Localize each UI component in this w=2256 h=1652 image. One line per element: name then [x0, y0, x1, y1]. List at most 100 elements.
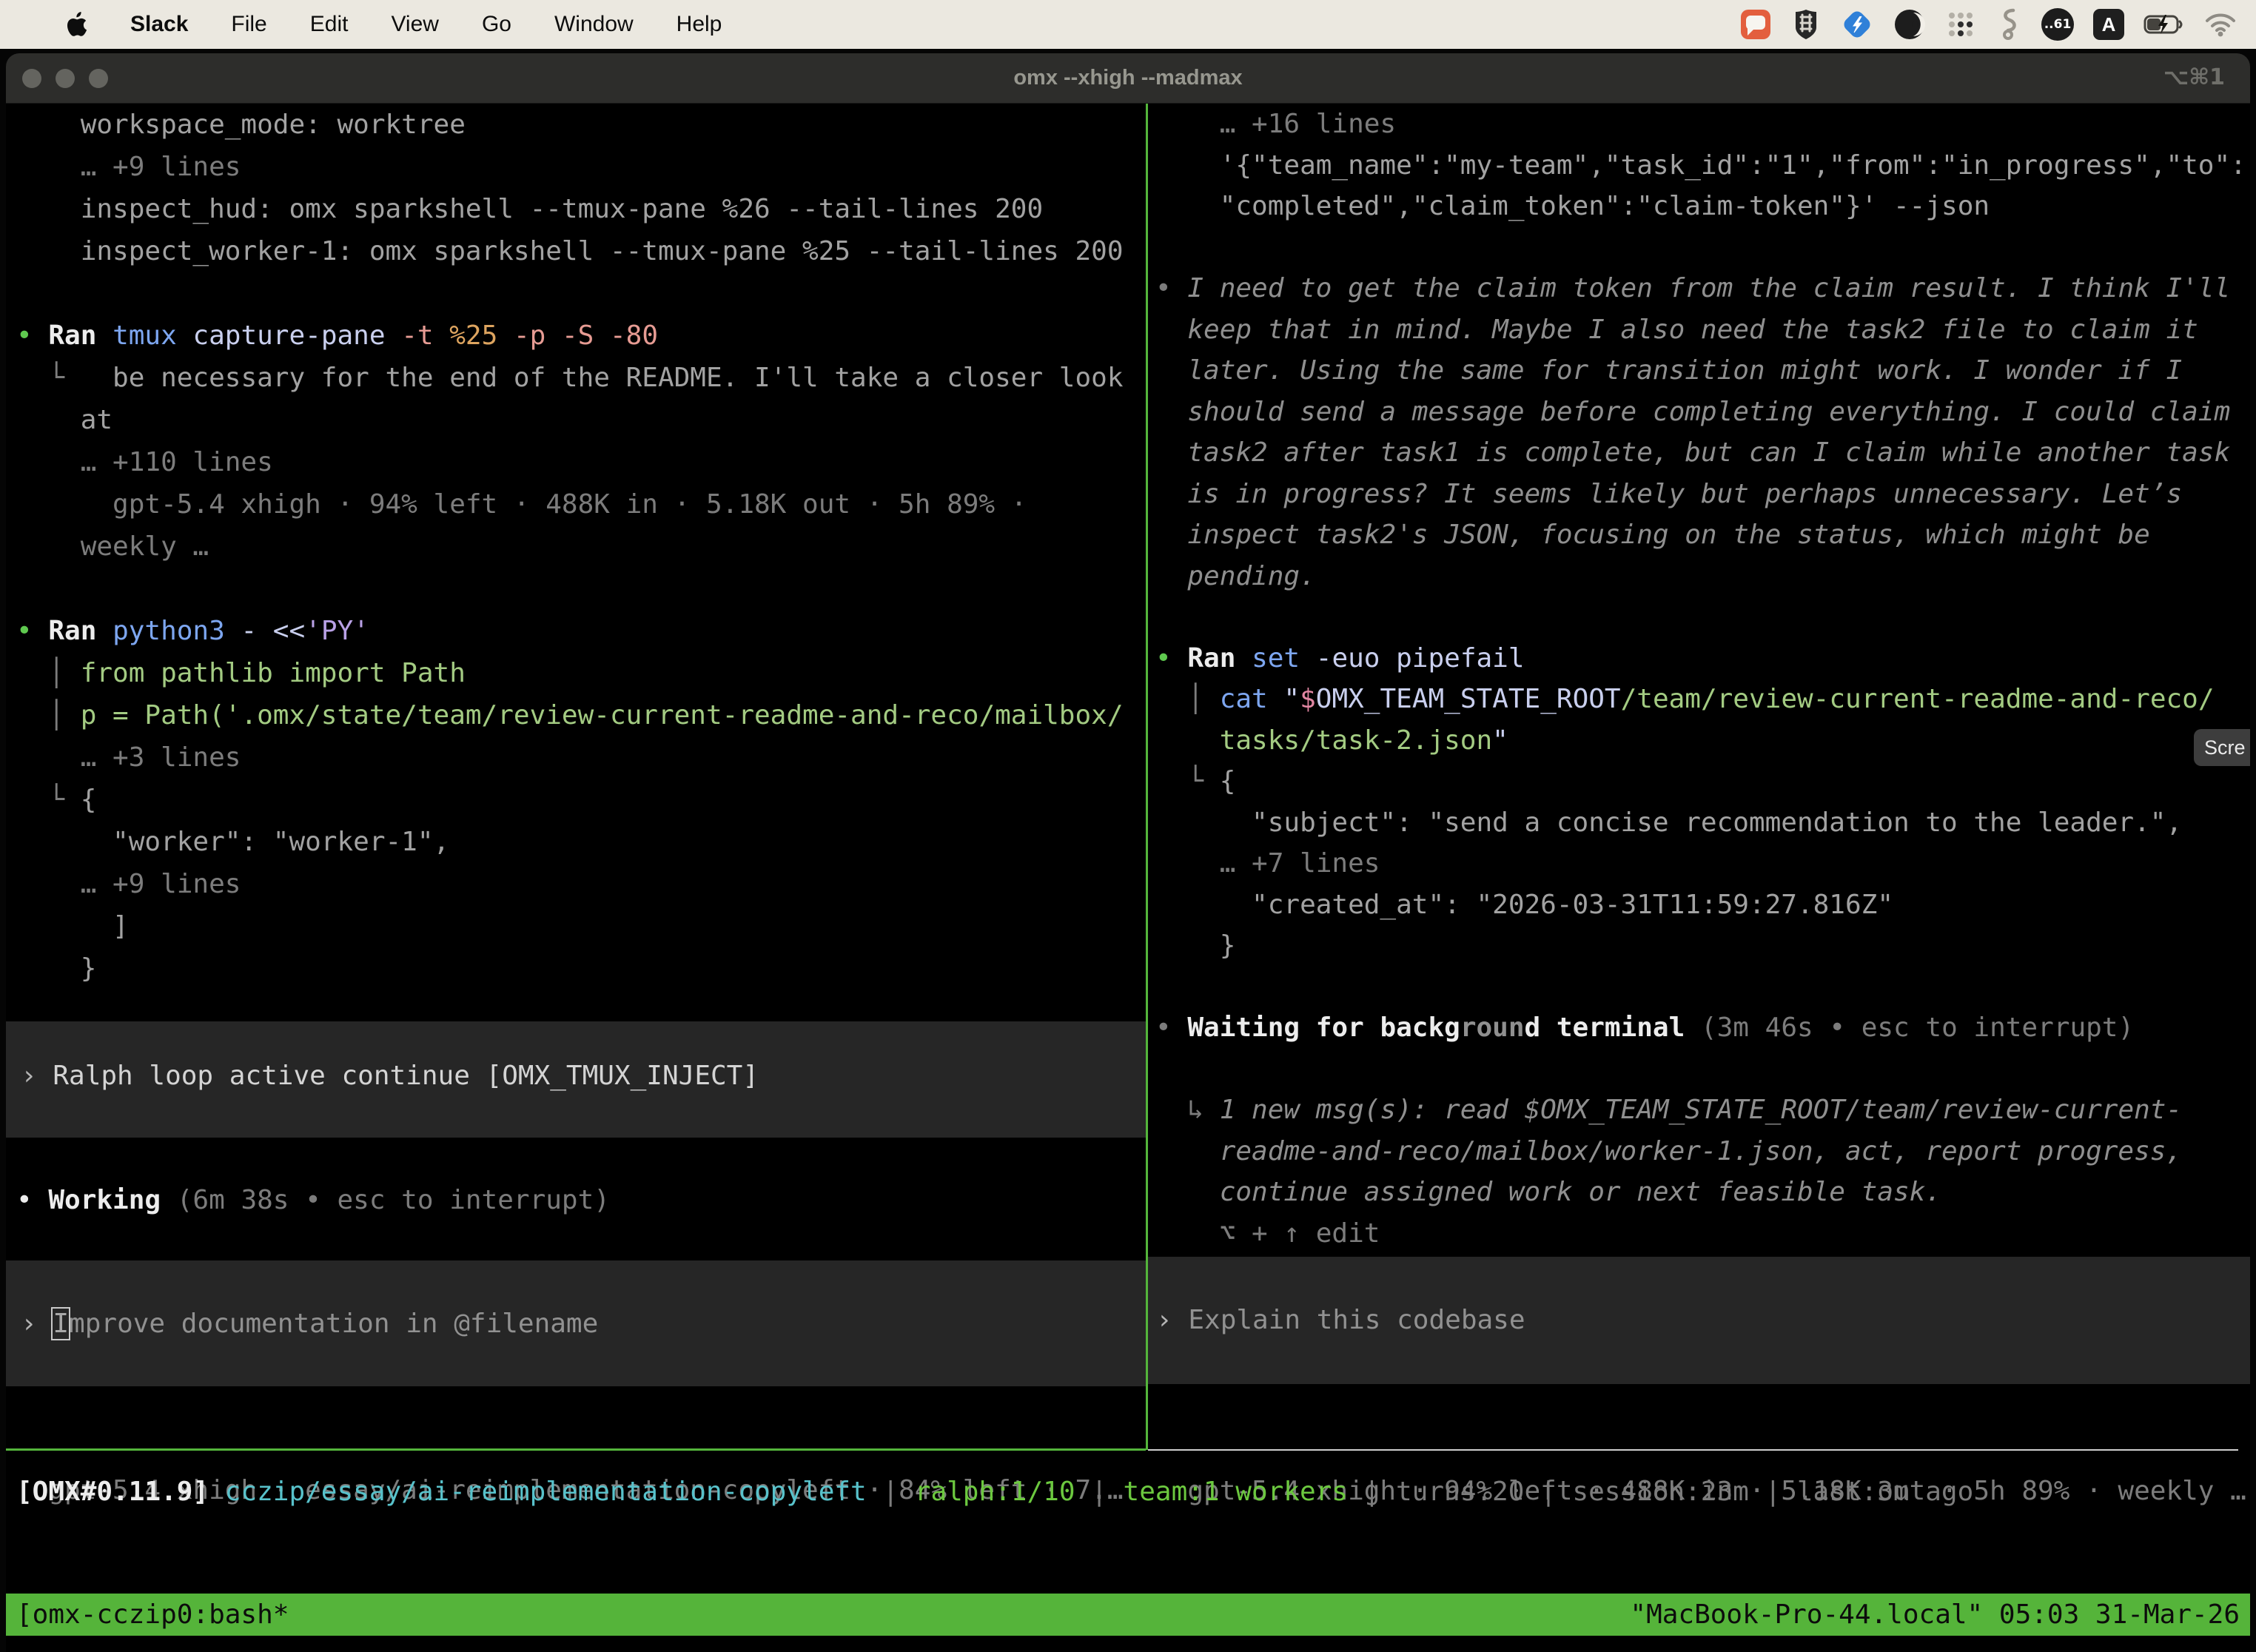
timer-count-badge[interactable]: ..61: [2041, 8, 2074, 41]
chat-app-icon[interactable]: [1739, 8, 1772, 41]
left-prompt-input[interactable]: › Improve documentation in @filename: [6, 1260, 1146, 1386]
menu-item-window[interactable]: Window: [554, 12, 634, 37]
menu-item-help[interactable]: Help: [677, 12, 722, 37]
input-source-icon[interactable]: A: [2093, 9, 2124, 40]
text-segment: (3m 46s • esc to interrupt): [1685, 1013, 2134, 1043]
terminal-line: is in progress? It seems likely but perh…: [1155, 474, 2250, 515]
text-segment: … +9 lines: [16, 869, 241, 899]
text-segment: ralph:1/10: [915, 1477, 1091, 1507]
text-segment: mprove documentation in @filename: [69, 1309, 598, 1339]
text-segment: … +110 lines: [16, 447, 273, 477]
text-segment: "worker": "worker-1",: [16, 827, 449, 857]
terminal-line: inspect_hud: omx sparkshell --tmux-pane …: [16, 188, 1143, 230]
dots-grid-icon[interactable]: [1945, 9, 1976, 40]
text-segment: weekly …: [16, 531, 209, 562]
menu-bar-left: Slack File Edit View Go Window Help: [0, 12, 722, 37]
text-segment: •: [1155, 273, 1187, 303]
right-pane-border: [1148, 1449, 2238, 1451]
terminal-line: "worker": "worker-1",: [16, 821, 1143, 863]
menu-item-file[interactable]: File: [231, 12, 266, 37]
lightning-badge-icon[interactable]: [1840, 7, 1874, 41]
text-segment: readme-and-reco/mailbox/worker-1.json, a…: [1155, 1136, 2182, 1166]
text-segment: └: [1155, 766, 1220, 796]
text-segment: Ran: [48, 320, 113, 351]
menu-item-view[interactable]: View: [391, 12, 438, 37]
menu-item-go[interactable]: Go: [482, 12, 511, 37]
text-segment: at: [16, 405, 113, 435]
terminal-line: [1155, 597, 2250, 638]
text-segment: •: [16, 1185, 48, 1215]
grid-badge-icon[interactable]: [1791, 8, 1821, 41]
terminal-line: "subject": "send a concise recommendatio…: [1155, 802, 2250, 844]
text-segment: continue assigned work or next feasible …: [1155, 1177, 1941, 1207]
terminal-line: ⌥ + ↑ edit: [1155, 1213, 2250, 1252]
apple-menu-icon[interactable]: [65, 12, 87, 37]
crescent-circle-icon[interactable]: [1893, 8, 1926, 41]
text-segment: I: [53, 1309, 69, 1339]
right-prompt-input[interactable]: › Explain this codebase: [1148, 1257, 2250, 1384]
text-segment: │: [16, 658, 81, 688]
text-segment: •: [1155, 1013, 1187, 1043]
terminal-line: • I need to get the claim token from the…: [1155, 268, 2250, 309]
text-segment: ›: [21, 1309, 53, 1339]
terminal-line: weekly …: [16, 526, 1143, 568]
left-prompt-text[interactable]: › Improve documentation in @filename: [21, 1303, 1146, 1345]
text-segment: /team/review-current-readme-and-reco/: [1621, 684, 2215, 714]
battery-icon[interactable]: [2143, 13, 2185, 36]
text-segment: }: [16, 953, 96, 984]
text-segment: |: [882, 1477, 914, 1507]
right-pane[interactable]: … +16 lines '{"team_name":"my-team","tas…: [1155, 104, 2250, 1251]
terminal-line: at: [16, 399, 1143, 441]
text-segment: 'PY': [305, 616, 369, 646]
terminal-line: '{"team_name":"my-team","task_id":"1","f…: [1155, 145, 2250, 187]
text-segment: }: [1155, 930, 1235, 961]
text-segment: pending.: [1155, 561, 1316, 591]
terminal-line: later. Using the same for transition mig…: [1155, 350, 2250, 392]
menu-item-edit[interactable]: Edit: [310, 12, 349, 37]
terminal-line: [16, 568, 1143, 610]
terminal-line: … +7 lines: [1155, 843, 2250, 884]
right-prompt-text[interactable]: › Explain this codebase: [1156, 1299, 2250, 1341]
text-segment: [OMX#0.11.9]: [16, 1477, 225, 1507]
menu-item-slack[interactable]: Slack: [130, 12, 188, 37]
text-segment: … +9 lines: [16, 152, 241, 182]
text-segment: └: [16, 785, 81, 815]
terminal-line: inspect_worker-1: omx sparkshell --tmux-…: [16, 230, 1143, 272]
terminal-line: gpt-5.4 xhigh · 94% left · 488K in · 5.1…: [16, 483, 1143, 526]
terminal-line: pending.: [1155, 556, 2250, 597]
terminal-line: … +9 lines: [16, 863, 1143, 905]
text-segment: tmux: [113, 320, 192, 351]
tmux-status-bar: [omx-cczip0:bash* "MacBook-Pro-44.local"…: [6, 1594, 2250, 1636]
window-titlebar[interactable]: omx --xhigh --madmax ⌥⌘1: [6, 53, 2250, 104]
text-segment: "created_at": "2026-03-31T11:59:27.816Z": [1155, 890, 1893, 920]
terminal-line: ]: [16, 905, 1143, 947]
text-segment: •: [1155, 643, 1187, 674]
pane-divider[interactable]: [1146, 104, 1148, 1450]
terminal-line: tasks/task-2.json": [1155, 720, 2250, 762]
terminal-line: [1155, 967, 2250, 1008]
terminal-line: … +110 lines: [16, 441, 1143, 483]
terminal-line: workspace_mode: worktree: [16, 104, 1143, 146]
terminal-window: omx --xhigh --madmax ⌥⌘1 workspace_mode:…: [6, 53, 2250, 1652]
terminal-line: }: [16, 947, 1143, 990]
terminal-line: • Ran set -euo pipefail: [1155, 638, 2250, 679]
left-pane[interactable]: workspace_mode: worktree … +9 lines insp…: [16, 104, 1143, 1443]
text-segment: set: [1252, 643, 1316, 674]
text-segment: cczip/essay/ai-reimplementation-copyleft: [225, 1477, 883, 1507]
terminal-line: … +9 lines: [16, 146, 1143, 188]
text-segment: ⌥ + ↑ edit: [1155, 1218, 1380, 1249]
terminal-line: [16, 272, 1143, 315]
text-segment: capture-pane: [192, 320, 401, 351]
tmux-session-label: [omx-cczip0:bash*: [16, 1594, 289, 1636]
text-segment: Ralph loop active continue [OMX_TMUX_INJ…: [53, 1061, 759, 1091]
terminal-line: should send a message before completing …: [1155, 392, 2250, 433]
text-segment: I need to get the claim token from the c…: [1187, 273, 2230, 303]
menu-bar: Slack File Edit View Go Window Help: [0, 0, 2256, 49]
text-segment: p = Path('.omx/state/team/review-current…: [81, 700, 1124, 731]
text-segment: •: [16, 320, 48, 351]
terminal-line: … +16 lines: [1155, 104, 2250, 145]
squiggle-icon[interactable]: [1995, 7, 2022, 41]
text-segment: •: [16, 616, 48, 646]
terminal-line: inspect task2's JSON, focusing on the st…: [1155, 514, 2250, 556]
wifi-icon[interactable]: [2204, 12, 2237, 37]
